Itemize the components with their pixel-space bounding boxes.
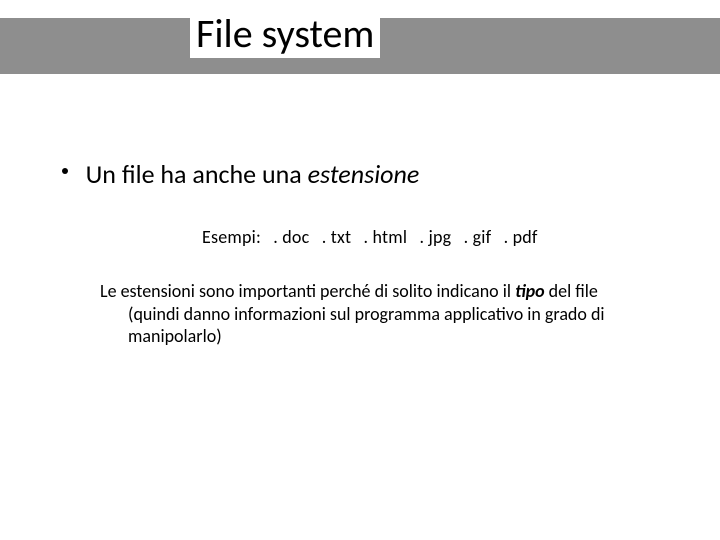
paragraph-tipo: tipo: [515, 280, 545, 302]
paragraph-line1-pre: Le estensioni sono importanti perché di …: [100, 280, 515, 302]
extension-item: . doc: [273, 226, 309, 248]
bullet-emphasis: estensione: [308, 158, 420, 190]
bullet-text: Un file ha anche una estensione: [86, 158, 420, 190]
paragraph-rest: (quindi danno informazioni sul programma…: [100, 303, 660, 348]
bullet-dot-icon: [62, 168, 68, 174]
slide-title: File system: [190, 10, 380, 58]
extension-item: . gif: [464, 226, 492, 248]
extension-item: . jpg: [419, 226, 451, 248]
slide: File system Un file ha anche una estensi…: [0, 0, 720, 540]
extension-item: . pdf: [504, 226, 538, 248]
paragraph-line1-post: del file: [545, 280, 598, 302]
bullet-item: Un file ha anche una estensione: [62, 158, 662, 190]
extension-item: . html: [364, 226, 408, 248]
examples-line: Esempi: . doc . txt . html . jpg . gif .…: [202, 226, 538, 248]
examples-label: Esempi:: [202, 226, 261, 248]
bullet-pre: Un file ha anche una: [86, 158, 308, 190]
description-paragraph: Le estensioni sono importanti perché di …: [100, 280, 660, 348]
extension-item: . txt: [322, 226, 352, 248]
